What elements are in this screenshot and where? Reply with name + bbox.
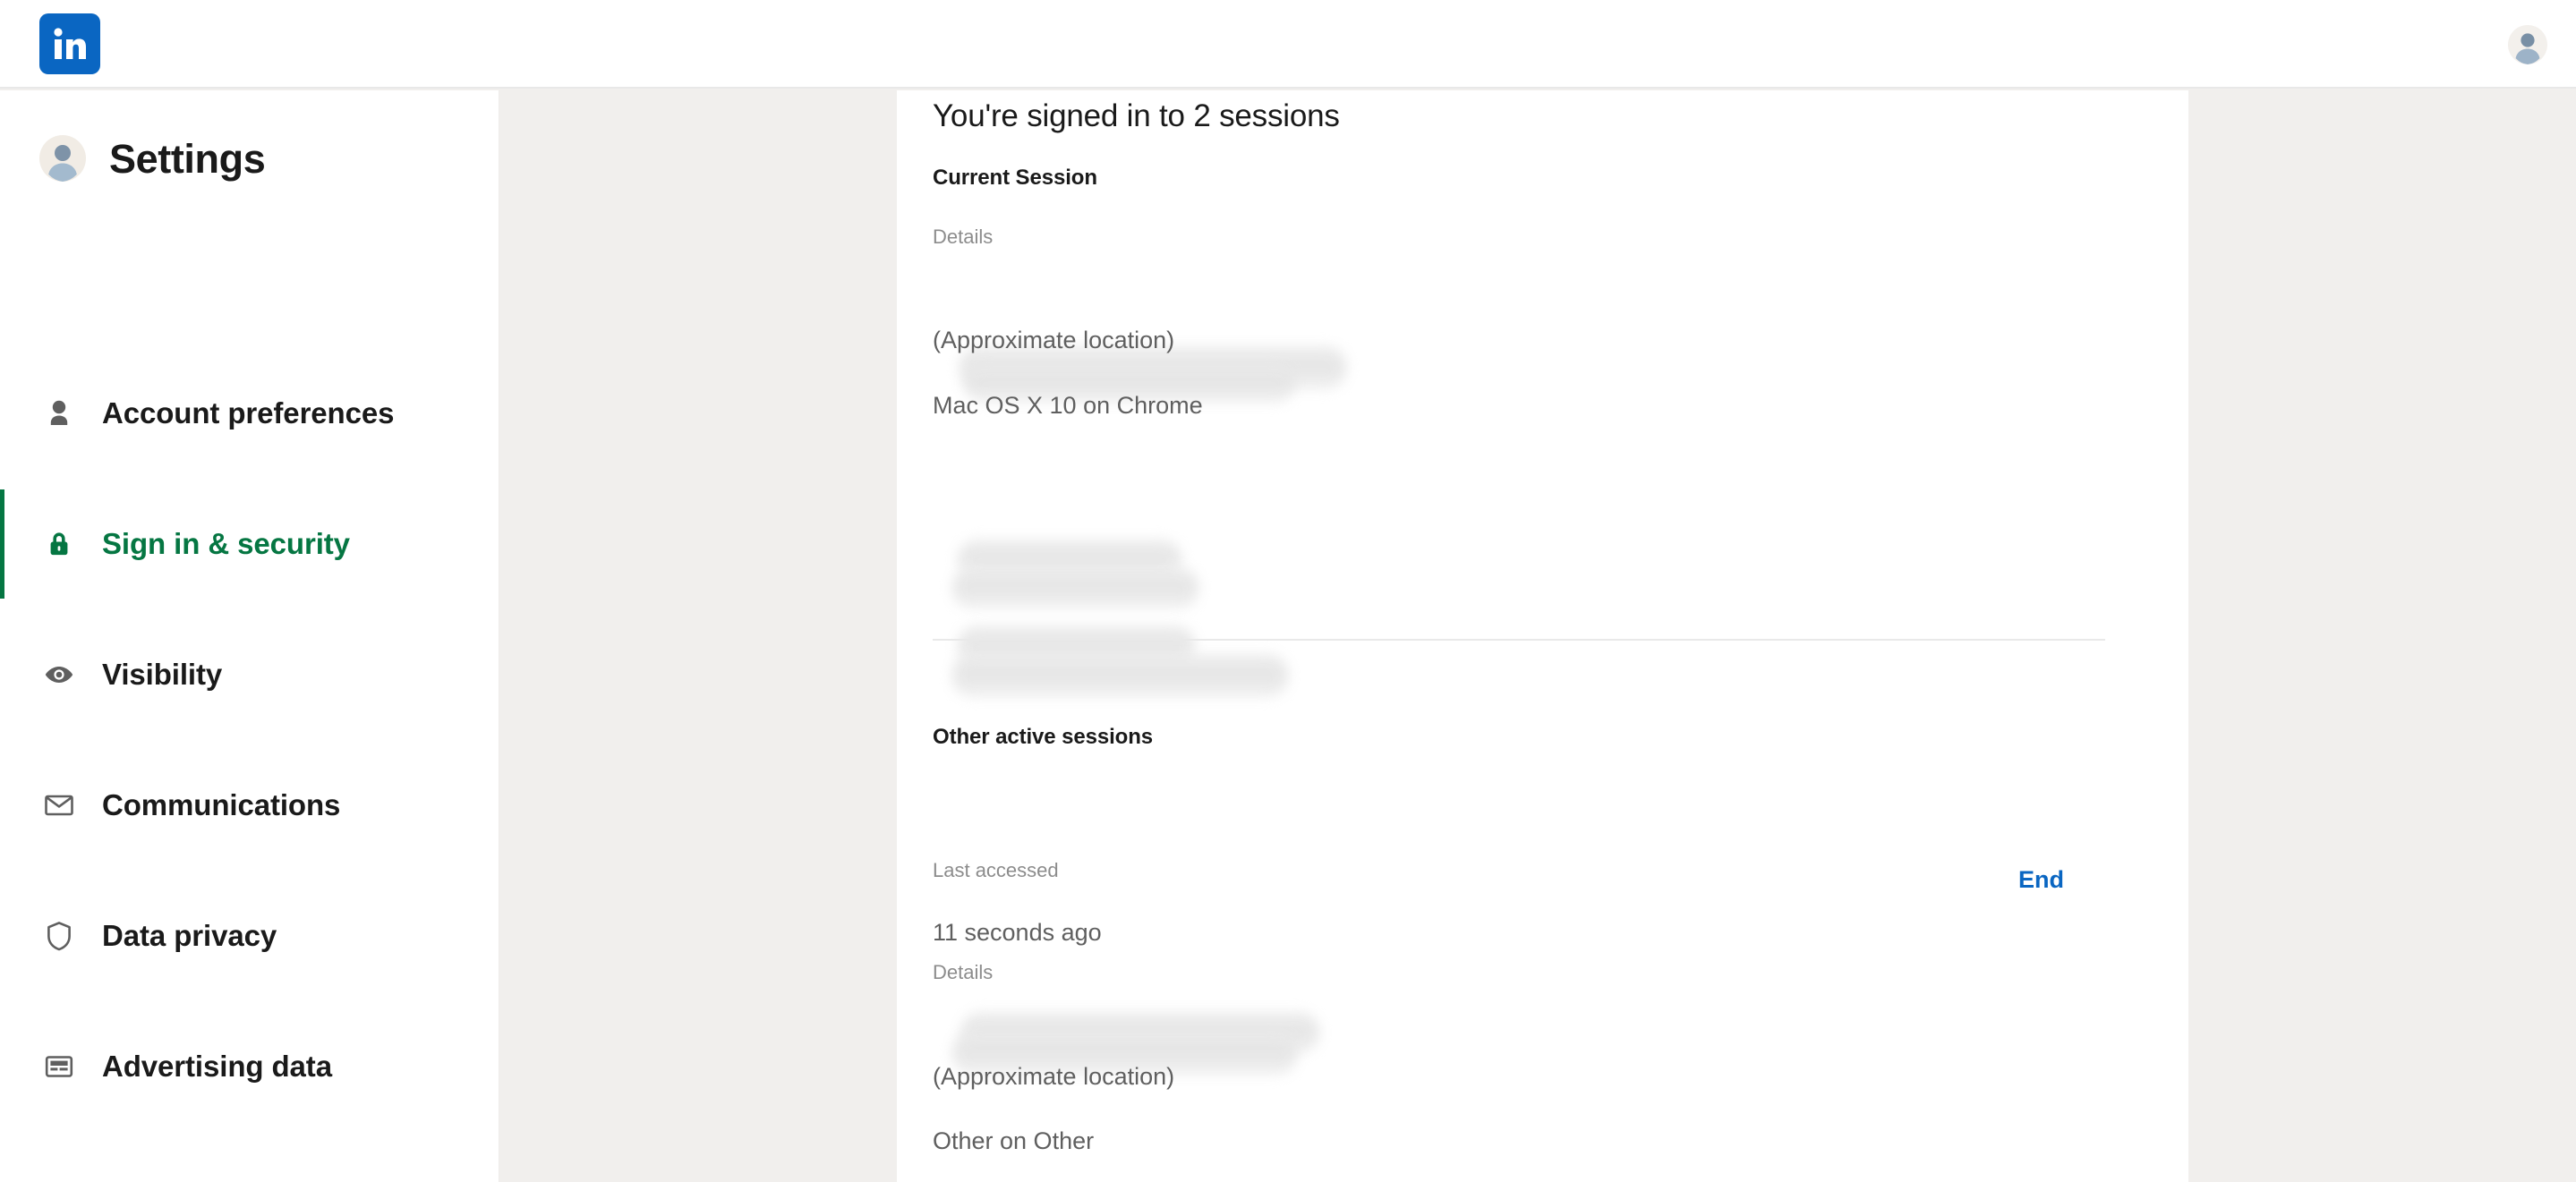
eye-icon	[39, 655, 79, 694]
sessions-panel: You're signed in to 2 sessions Current S…	[897, 90, 2188, 1182]
other-session-device: Other on Other	[933, 1127, 1095, 1154]
sidebar-item-data-privacy[interactable]: Data privacy	[0, 871, 499, 1001]
sidebar-item-label: Communications	[102, 788, 341, 821]
session-divider	[933, 639, 2105, 641]
lock-icon	[39, 524, 79, 564]
sidebar-item-advertising-data[interactable]: Advertising data	[0, 1001, 499, 1132]
sidebar-item-label: Data privacy	[102, 919, 277, 952]
page-title: Settings	[109, 135, 266, 182]
sidebar-item-visibility[interactable]: Visibility	[0, 609, 499, 740]
other-session-details-label: Details	[933, 961, 994, 983]
other-session-location-note: (Approximate location)	[933, 1063, 1175, 1090]
redacted-detail-current-2	[952, 654, 1288, 697]
ad-card-icon	[39, 1047, 79, 1086]
sidebar-item-label: Visibility	[102, 658, 223, 691]
current-session-details-label: Details	[933, 225, 994, 248]
sidebar-item-communications[interactable]: Communications	[0, 740, 499, 871]
sidebar-item-sign-in-security[interactable]: Sign in & security	[0, 479, 499, 609]
shield-icon	[39, 916, 79, 956]
right-gutter	[2188, 90, 2576, 1182]
left-gutter	[500, 90, 897, 1182]
end-session-button[interactable]: End	[2018, 866, 2064, 894]
linkedin-logo[interactable]	[39, 13, 100, 74]
sidebar-item-label: Sign in & security	[102, 527, 350, 560]
redacted-ip-current-2	[952, 567, 1198, 608]
sidebar-item-label: Advertising data	[102, 1050, 332, 1083]
sidebar-nav: Account preferences Sign in & security V…	[0, 348, 499, 1132]
last-accessed-value: 11 seconds ago	[933, 919, 1102, 946]
settings-sidebar: Settings Account preferences Sign in & s…	[0, 90, 499, 1182]
header-avatar[interactable]	[2508, 25, 2547, 64]
sidebar-item-account-preferences[interactable]: Account preferences	[0, 348, 499, 479]
envelope-icon	[39, 786, 79, 825]
current-session-title: Current Session	[933, 166, 1097, 190]
sidebar-item-label: Account preferences	[102, 396, 395, 429]
global-header	[0, 0, 2576, 89]
current-session-device: Mac OS X 10 on Chrome	[933, 392, 1203, 419]
sessions-heading: You're signed in to 2 sessions	[933, 98, 1340, 133]
last-accessed-label: Last accessed	[933, 859, 1059, 881]
other-sessions-title: Other active sessions	[933, 725, 1154, 749]
person-icon	[39, 394, 79, 433]
settings-header: Settings	[39, 135, 266, 182]
current-session-location-note: (Approximate location)	[933, 327, 1175, 353]
settings-avatar-icon	[39, 135, 86, 182]
